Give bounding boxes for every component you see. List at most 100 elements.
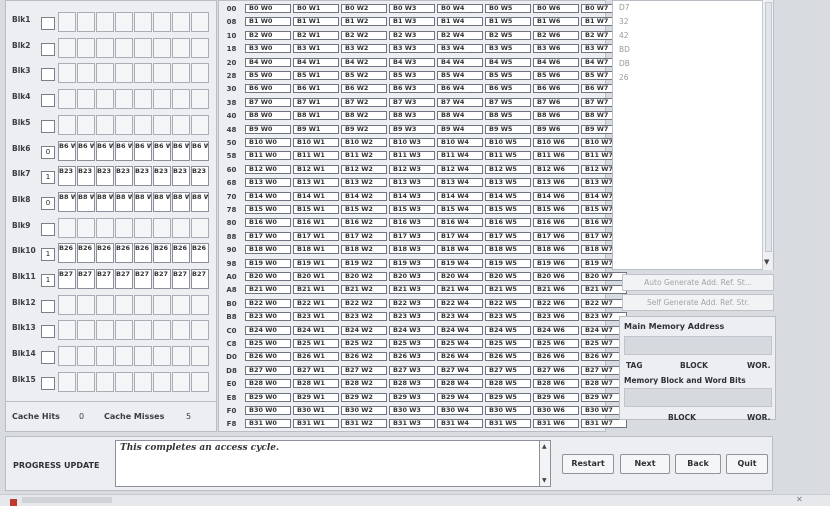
cache-word-cell: [77, 346, 95, 367]
cache-word-cell: [96, 63, 114, 84]
memory-word-cell: B16 W1: [293, 218, 339, 228]
cache-block-label: Blk15: [12, 374, 36, 384]
memory-word-cell: B21 W3: [389, 285, 435, 295]
memory-word-cell: B26 W1: [293, 352, 339, 362]
memory-word-cell: B30 W0: [245, 406, 291, 415]
back-button[interactable]: Back: [675, 454, 721, 474]
cache-word-cell: [58, 12, 76, 32]
memory-word-cell: B5 W4: [437, 71, 483, 80]
memory-address-label: 88: [226, 232, 237, 241]
word-label: WOR.: [747, 361, 771, 370]
progress-scrollbar[interactable]: ▲ ▼: [540, 440, 551, 487]
cache-word-cell: B27 W3: [115, 269, 133, 289]
memory-address-label: 60: [226, 165, 237, 174]
cache-hits-label: Cache Hits: [12, 412, 60, 421]
app-icon[interactable]: [10, 499, 17, 506]
memory-word-cell: B1 W3: [389, 17, 435, 27]
memory-word-cell: B4 W5: [485, 57, 531, 67]
cache-word-cell: [96, 217, 114, 238]
memory-word-cell: B7 W6: [533, 97, 579, 107]
memory-word-cell: B13 W6: [533, 178, 579, 188]
reference-item[interactable]: BD: [619, 45, 630, 54]
memory-address-label: 98: [226, 259, 237, 268]
cache-word-cell: [134, 320, 152, 341]
next-button[interactable]: Next: [620, 454, 670, 474]
cache-word-cell: [134, 346, 152, 367]
cache-word-cell: B26 W6: [172, 243, 190, 264]
cache-word-cell: [134, 12, 152, 32]
restart-button[interactable]: Restart: [562, 454, 614, 474]
cache-word-cell: [115, 346, 133, 367]
auto-generate-button[interactable]: Auto Generate Add. Ref. St...: [622, 274, 774, 291]
memory-word-cell: B29 W3: [389, 392, 435, 402]
scroll-down-icon[interactable]: ▼: [542, 477, 547, 484]
reference-item[interactable]: D7: [619, 3, 630, 12]
address-reference-list[interactable]: D7 32 42 BD DB 26: [612, 0, 774, 270]
reference-list-scrollbar[interactable]: ▼: [762, 0, 773, 270]
memory-word-cell: B26 W4: [437, 352, 483, 362]
memory-word-cell: B27 W1: [293, 365, 339, 375]
scroll-up-icon[interactable]: ▲: [542, 443, 547, 450]
cache-tag-box: [41, 68, 55, 82]
memory-word-cell: B9 W2: [341, 124, 387, 134]
cache-word-cell: B8 W0: [58, 191, 76, 212]
cache-word-cell: B6 W1: [77, 140, 95, 161]
reference-item[interactable]: DB: [619, 59, 630, 68]
cache-word-cell: [153, 294, 171, 315]
memory-word-cell: B7 W2: [341, 97, 387, 107]
memory-address-label: 78: [226, 206, 237, 214]
memory-word-cell: B16 W5: [485, 218, 531, 228]
memory-word-cell: B1 W0: [245, 17, 291, 27]
memory-word-cell: B16 W6: [533, 218, 579, 228]
memory-word-cell: B23 W0: [245, 312, 291, 322]
memory-word-cell: B13 W5: [485, 178, 531, 188]
memory-word-cell: B31 W6: [533, 419, 579, 429]
memory-word-cell: B14 W1: [293, 191, 339, 201]
cache-word-cell: B26 W1: [77, 243, 95, 264]
memory-word-cell: B25 W0: [245, 339, 291, 348]
cache-word-cell: [191, 217, 209, 238]
cache-word-cell: [77, 320, 95, 341]
cache-word-cell: [77, 37, 95, 58]
cache-word-cell: [58, 371, 76, 392]
memory-word-cell: B19 W2: [341, 258, 387, 268]
quit-button[interactable]: Quit: [726, 454, 768, 474]
progress-update-textarea[interactable]: This completes an access cycle.: [115, 440, 540, 487]
memory-word-cell: B15 W6: [533, 205, 579, 214]
cache-word-cell: B23 W3: [115, 166, 133, 187]
main-memory-panel: 00 B0 W0 B0 W1 B0 W2 B0 W3 B0 W4 B0 W5 B0 W6 B0 …: [218, 0, 627, 432]
memory-word-cell: B28 W0: [245, 379, 291, 389]
cache-word-cell: [58, 346, 76, 367]
memory-word-cell: B10 W2: [341, 138, 387, 147]
memory-word-cell: B15 W1: [293, 205, 339, 214]
close-icon[interactable]: ✕: [796, 495, 803, 504]
reference-item[interactable]: 32: [619, 17, 629, 26]
memory-word-cell: B11 W3: [389, 151, 435, 161]
memory-word-cell: B2 W3: [389, 30, 435, 40]
memory-word-cell: B12 W1: [293, 164, 339, 174]
memory-word-cell: B4 W1: [293, 57, 339, 67]
memory-word-cell: B4 W0: [245, 57, 291, 67]
window-title-bar[interactable]: [22, 497, 112, 503]
memory-word-cell: B17 W0: [245, 231, 291, 241]
cache-word-cell: B26 W5: [153, 243, 171, 264]
memory-word-cell: B21 W2: [341, 285, 387, 295]
reference-item[interactable]: 26: [619, 73, 629, 82]
cache-word-cell: B6 W3: [115, 140, 133, 161]
reference-item[interactable]: 42: [619, 31, 629, 40]
memory-word-cell: B22 W3: [389, 298, 435, 308]
scroll-down-icon[interactable]: ▼: [764, 258, 769, 266]
memory-word-cell: B6 W1: [293, 84, 339, 94]
cache-word-cell: [96, 346, 114, 367]
main-memory-address-title: Main Memory Address: [624, 322, 725, 331]
memory-address-label: 70: [226, 192, 237, 201]
block-bits-label: BLOCK: [668, 413, 696, 422]
self-generate-button[interactable]: Self Generate Add. Ref. Str.: [622, 294, 774, 311]
memory-word-cell: B28 W1: [293, 379, 339, 389]
scrollbar-thumb[interactable]: [765, 2, 772, 252]
memory-word-cell: B13 W1: [293, 178, 339, 188]
cache-word-cell: [172, 12, 190, 32]
cache-word-cell: [191, 63, 209, 84]
memory-word-cell: B20 W2: [341, 272, 387, 281]
memory-word-cell: B29 W6: [533, 392, 579, 402]
